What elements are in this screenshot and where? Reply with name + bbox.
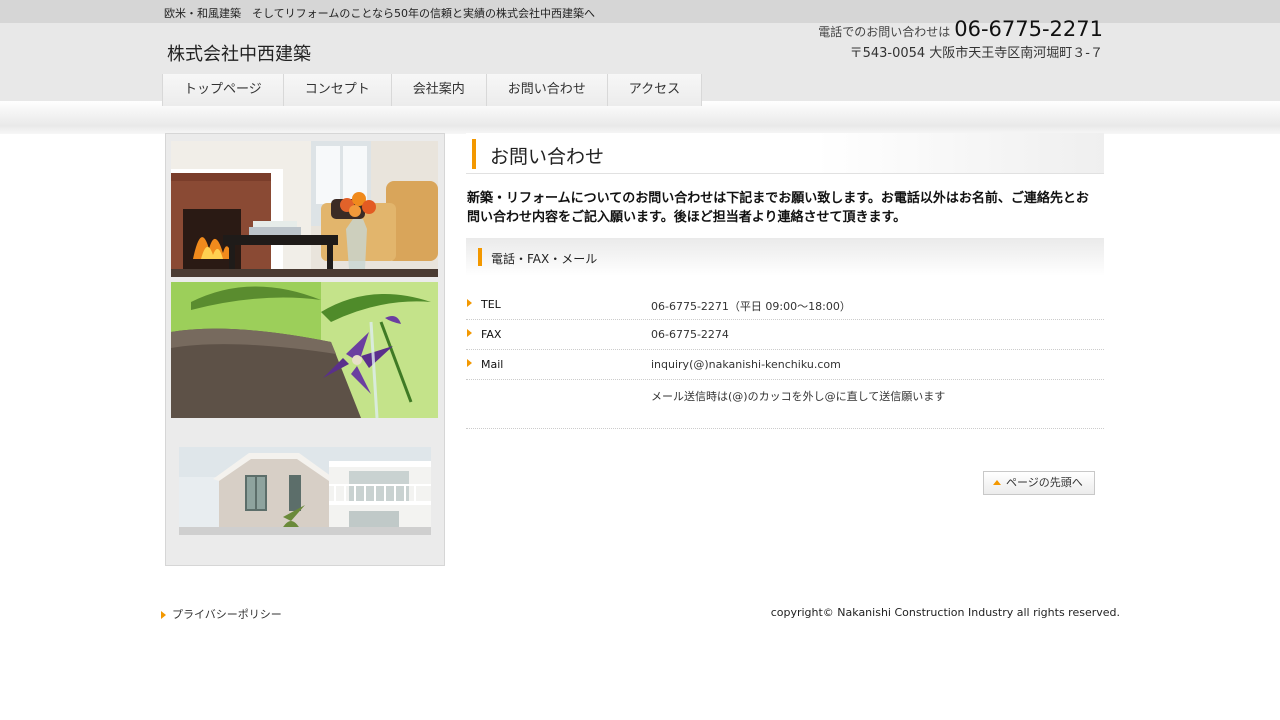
row-value: inquiry(@)nakanishi-kenchiku.com — [651, 358, 841, 371]
nav-item-contact[interactable]: お問い合わせ — [486, 74, 608, 106]
company-address: 〒543-0054 大阪市天王寺区南河堀町３-７ — [849, 46, 1103, 61]
page-top-button[interactable]: ページの先頭へ — [983, 471, 1095, 495]
table-row: メール送信時は(@)のカッコを外し@に直して送信願います — [466, 380, 1104, 429]
sidebar — [165, 133, 445, 566]
privacy-policy-link[interactable]: プライバシーポリシー — [161, 606, 282, 622]
page-heading: お問い合わせ — [466, 133, 1104, 174]
bullet-arrow-icon — [467, 329, 472, 337]
main-content: お問い合わせ 新築・リフォームについてのお問い合わせは下記までお願い致します。お… — [466, 133, 1104, 495]
bullet-arrow-icon — [161, 611, 166, 619]
nav-item-top[interactable]: トップページ — [163, 74, 284, 106]
phone-lead-text: 電話でのお問い合わせは — [818, 25, 951, 39]
intro-text: 新築・リフォームについてのお問い合わせは下記までお願い致します。お電話以外はお名… — [467, 191, 1089, 225]
contact-table: TEL 06-6775-2271（平日 09:00～18:00） FAX 06-… — [466, 290, 1104, 429]
global-nav: トップページ コンセプト 会社案内 お問い合わせ アクセス — [162, 74, 703, 106]
copyright: copyright© Nakanishi Construction Indust… — [770, 606, 1120, 619]
house-photo — [179, 447, 431, 535]
living-room-photo — [171, 141, 438, 277]
row-label: TEL — [481, 298, 501, 311]
table-row: TEL 06-6775-2271（平日 09:00～18:00） — [466, 290, 1104, 320]
section-title: 電話・FAX・メール — [491, 252, 598, 266]
site-logo[interactable]: 株式会社中西建築 — [167, 40, 311, 66]
nav-item-access[interactable]: アクセス — [607, 74, 703, 106]
row-value: 06-6775-2274 — [651, 328, 729, 341]
page-top-label: ページの先頭へ — [1006, 476, 1083, 489]
site-tagline: 欧米・和風建築 そしてリフォームのことなら50年の信頼と実績の株式会社中西建築へ — [164, 7, 596, 20]
privacy-policy-label: プライバシーポリシー — [172, 608, 282, 621]
nav-item-concept[interactable]: コンセプト — [283, 74, 392, 106]
arrow-up-icon — [993, 480, 1001, 485]
phone-contact: 電話でのお問い合わせは 06-6775-2271 — [818, 17, 1103, 41]
row-value: メール送信時は(@)のカッコを外し@に直して送信願います — [651, 390, 946, 403]
section-heading: 電話・FAX・メール — [466, 238, 1104, 276]
flower-photo — [171, 282, 438, 418]
row-value: 06-6775-2271（平日 09:00～18:00） — [651, 300, 851, 313]
heading-accent — [472, 139, 476, 169]
page-title: お問い合わせ — [490, 146, 605, 168]
table-row: FAX 06-6775-2274 — [466, 320, 1104, 350]
bullet-arrow-icon — [467, 359, 472, 367]
row-label: Mail — [481, 358, 504, 371]
nav-item-company[interactable]: 会社案内 — [391, 74, 487, 106]
table-row: Mail inquiry(@)nakanishi-kenchiku.com — [466, 350, 1104, 380]
row-label: FAX — [481, 328, 502, 341]
phone-number[interactable]: 06-6775-2271 — [954, 17, 1103, 41]
section-accent — [478, 248, 482, 266]
bullet-arrow-icon — [467, 299, 472, 307]
